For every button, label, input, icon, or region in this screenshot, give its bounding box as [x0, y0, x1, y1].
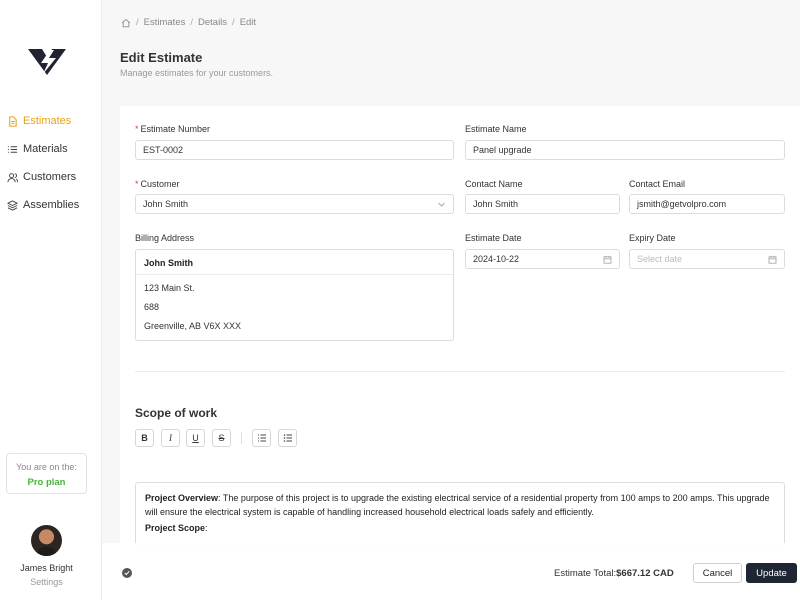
- scope-editor[interactable]: Project Overview: The purpose of this pr…: [135, 482, 785, 552]
- overview-text: : The purpose of this project is to upgr…: [145, 493, 770, 517]
- expiry-date-label: Expiry Date: [629, 233, 676, 243]
- divider: [136, 274, 453, 275]
- brand-logo-icon[interactable]: [28, 47, 66, 77]
- chevron-down-icon: [437, 200, 446, 209]
- contact-email-label: Contact Email: [629, 179, 686, 189]
- required-marker: *: [135, 124, 139, 134]
- bold-button[interactable]: B: [135, 429, 154, 447]
- estimate-name-value: Panel upgrade: [473, 145, 532, 155]
- contact-name-label: Contact Name: [465, 179, 523, 189]
- expiry-date-placeholder: Select date: [637, 254, 683, 264]
- section-divider: [135, 371, 785, 372]
- billing-address-line3: Greenville, AB V6X XXX: [144, 321, 242, 331]
- estimate-date-input[interactable]: 2024-10-22: [465, 249, 620, 269]
- estimate-number-value: EST-0002: [143, 145, 184, 155]
- check-circle-icon: [122, 568, 132, 578]
- calendar-icon: [603, 255, 612, 264]
- required-marker: *: [135, 179, 139, 189]
- customer-label-text: Customer: [140, 179, 180, 189]
- estimate-name-input[interactable]: Panel upgrade: [465, 140, 785, 160]
- breadcrumb-estimates[interactable]: Estimates: [144, 17, 186, 28]
- plan-box[interactable]: You are on the: Pro plan: [6, 453, 87, 494]
- sidebar-item-materials[interactable]: Materials: [0, 135, 102, 163]
- plan-name: Pro plan: [27, 477, 66, 488]
- expiry-date-input[interactable]: Select date: [629, 249, 785, 269]
- contact-name-input[interactable]: John Smith: [465, 194, 620, 214]
- breadcrumb-edit: Edit: [239, 17, 257, 28]
- overview-label: Project Overview: [145, 493, 219, 503]
- page-title: Edit Estimate: [120, 50, 203, 65]
- home-icon[interactable]: [121, 18, 131, 28]
- customer-value: John Smith: [143, 199, 189, 209]
- sidebar-item-estimates[interactable]: Estimates: [0, 107, 102, 135]
- sidebar-item-customers[interactable]: Customers: [0, 163, 102, 191]
- update-button[interactable]: Update: [746, 563, 797, 583]
- underline-button[interactable]: U: [186, 429, 205, 447]
- document-icon: [7, 115, 18, 127]
- contact-email-input[interactable]: jsmith@getvolpro.com: [629, 194, 785, 214]
- customer-label: * Customer: [135, 179, 180, 189]
- sidebar: Estimates Materials Customers Assemblies…: [0, 0, 102, 600]
- estimate-total-label: Estimate Total:: [554, 568, 617, 579]
- bullet-list-icon: [283, 433, 293, 443]
- scope-label: Project Scope: [145, 523, 206, 533]
- breadcrumb-separator: /: [232, 17, 235, 28]
- toolbar-divider: [241, 432, 242, 444]
- sidebar-item-assemblies[interactable]: Assemblies: [0, 191, 102, 219]
- settings-link[interactable]: Settings: [0, 577, 93, 587]
- bullet-list-button[interactable]: [278, 429, 297, 447]
- breadcrumb-details[interactable]: Details: [198, 17, 227, 28]
- breadcrumb: / Estimates / Details / Edit: [121, 17, 256, 28]
- italic-button[interactable]: I: [161, 429, 180, 447]
- cancel-button[interactable]: Cancel: [693, 563, 742, 583]
- sidebar-item-label: Assemblies: [23, 199, 80, 211]
- billing-address-line1: 123 Main St.: [144, 283, 195, 293]
- estimate-total-value: $667.12 CAD: [616, 568, 674, 579]
- billing-address-line2: 688: [144, 302, 160, 312]
- billing-address-name: John Smith: [144, 258, 193, 268]
- estimate-number-input[interactable]: EST-0002: [135, 140, 454, 160]
- contact-email-value: jsmith@getvolpro.com: [637, 199, 727, 209]
- plan-caption: You are on the:: [16, 462, 77, 472]
- sidebar-nav: Estimates Materials Customers Assemblies: [0, 107, 102, 219]
- breadcrumb-separator: /: [136, 17, 139, 28]
- estimate-date-label: Estimate Date: [465, 233, 522, 243]
- contact-name-value: John Smith: [473, 199, 519, 209]
- sidebar-item-label: Customers: [23, 171, 77, 183]
- estimate-name-label: Estimate Name: [465, 124, 527, 134]
- billing-address-box[interactable]: John Smith 123 Main St. 688 Greenville, …: [135, 249, 454, 341]
- ordered-list-icon: [257, 433, 267, 443]
- breadcrumb-separator: /: [190, 17, 193, 28]
- list-icon: [7, 144, 18, 155]
- overview-paragraph: Project Overview: The purpose of this pr…: [145, 491, 775, 519]
- estimate-number-label: * Estimate Number: [135, 124, 210, 134]
- estimate-total: Estimate Total:$667.12 CAD: [554, 568, 674, 579]
- user-name: James Bright: [20, 563, 73, 573]
- sidebar-item-label: Materials: [23, 143, 68, 155]
- customer-select[interactable]: John Smith: [135, 194, 454, 214]
- sidebar-item-label: Estimates: [23, 115, 72, 127]
- estimate-date-value: 2024-10-22: [473, 254, 520, 264]
- scope-title: Scope of work: [135, 406, 218, 420]
- strikethrough-button[interactable]: S: [212, 429, 231, 447]
- layers-icon: [7, 199, 18, 211]
- estimate-number-label-text: Estimate Number: [140, 124, 211, 134]
- calendar-icon: [768, 255, 777, 264]
- scope-paragraph: Project Scope:: [145, 521, 775, 535]
- ordered-list-button[interactable]: [252, 429, 271, 447]
- users-icon: [7, 172, 18, 183]
- scope-colon: :: [205, 523, 208, 533]
- billing-address-label: Billing Address: [135, 233, 195, 243]
- avatar[interactable]: [31, 525, 62, 556]
- page-subtitle: Manage estimates for your customers.: [120, 68, 274, 78]
